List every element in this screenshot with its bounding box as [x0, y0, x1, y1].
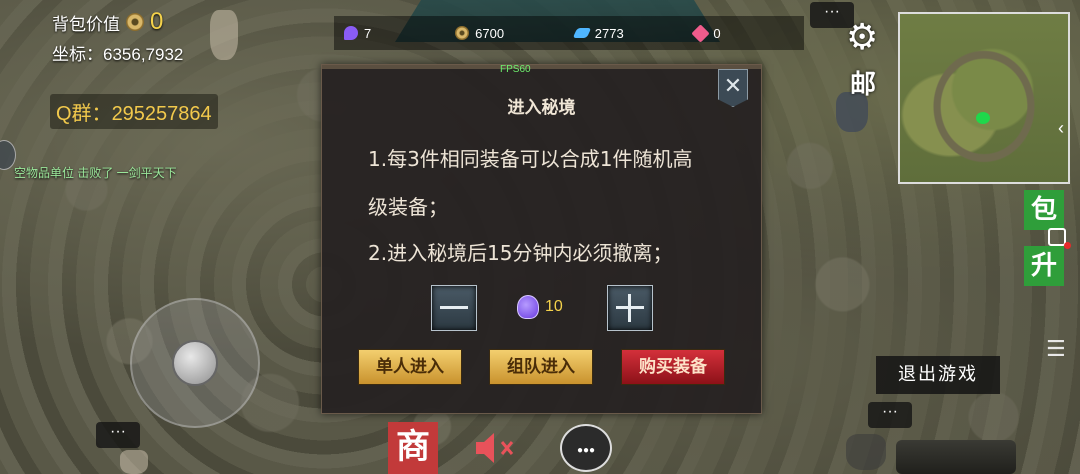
chat-bubble-icon: ●●● — [576, 445, 596, 456]
minus-icon — [440, 306, 468, 309]
solo-enter-button[interactable]: 单人进入 — [358, 349, 462, 385]
coords-label: 坐标： — [52, 45, 103, 64]
quantity-value: 10 — [545, 298, 563, 315]
currency-gems: 7 — [334, 26, 445, 41]
player-marker — [976, 112, 990, 124]
secret-realm-dialog: FPS60 ✕ 进入秘境 1.每3件相同装备可以合成1件随机高 级装备； 2.进… — [321, 64, 762, 414]
gear-icon[interactable]: ⚙ — [846, 16, 878, 58]
more-button[interactable]: ··· — [96, 422, 140, 448]
rule-line: 级装备； — [368, 195, 448, 219]
minimap[interactable]: ‹ — [898, 12, 1070, 184]
decrease-button[interactable] — [431, 285, 477, 331]
npc-character — [210, 10, 238, 60]
notification-dot — [1064, 242, 1071, 249]
currency-coins: 6700 — [445, 26, 565, 41]
blue-crystal-icon — [572, 28, 592, 38]
joystick-knob[interactable] — [172, 340, 218, 386]
bag-button[interactable]: 包 — [1024, 190, 1064, 230]
currency-bar: 7 6700 2773 0 — [334, 16, 804, 50]
plus-icon-vertical — [628, 294, 631, 322]
fps-counter: FPS60 — [500, 64, 531, 75]
purple-gem-icon — [517, 295, 539, 319]
bag-value: 背包价值 0 — [52, 8, 163, 36]
shop-button[interactable]: 商 — [388, 422, 438, 474]
kill-log: 空物品单位 击败了 一剑平天下 — [14, 166, 177, 180]
coords-value: 6356,7932 — [103, 45, 184, 64]
chat-button[interactable]: ●●● — [560, 424, 612, 472]
minimap-collapse-icon[interactable]: ‹ — [1058, 118, 1064, 139]
currency-value: 2773 — [594, 25, 624, 41]
currency-value: 6700 — [475, 25, 505, 41]
currency-crystals: 2773 — [565, 26, 685, 41]
mail-button[interactable]: 邮 — [850, 64, 876, 101]
currency-value: 7 — [364, 25, 372, 41]
speaker-muted-icon — [476, 433, 514, 463]
currency-red-gems: 0 — [684, 23, 804, 43]
joystick[interactable] — [130, 298, 260, 428]
quantity-display: 10 — [517, 295, 563, 319]
dialog-top-bar — [322, 65, 761, 69]
increase-button[interactable] — [607, 285, 653, 331]
rule-line: 2.进入秘境后15分钟内必须撤离； — [368, 241, 673, 265]
npc-character — [120, 450, 148, 474]
mute-sound-icon[interactable] — [474, 430, 520, 466]
buy-equipment-button[interactable]: 购买装备 — [621, 349, 725, 385]
purple-gem-icon — [344, 26, 358, 40]
exit-game-button[interactable]: 退出游戏 — [876, 356, 1000, 394]
bag-value-number: 0 — [150, 8, 164, 35]
upgrade-button[interactable]: 升 — [1024, 246, 1064, 286]
bag-value-label: 背包价值 — [52, 14, 120, 34]
team-enter-button[interactable]: 组队进入 — [489, 349, 593, 385]
more-button[interactable]: ··· — [868, 402, 912, 428]
dialog-title: 进入秘境 — [507, 98, 576, 118]
coin-icon — [455, 26, 470, 40]
cannon-object — [896, 440, 1016, 474]
coin-icon — [126, 13, 144, 31]
currency-value: 0 — [713, 25, 721, 41]
coordinates: 坐标：6356,7932 — [52, 40, 183, 65]
rule-line: 1.每3件相同装备可以合成1件随机高 — [368, 147, 693, 171]
npc-character — [846, 434, 886, 470]
minimap-path — [900, 14, 1068, 182]
menu-icon[interactable]: ☰ — [1046, 336, 1066, 362]
qq-group: Q群：295257864 — [50, 94, 218, 129]
red-gem-icon — [691, 23, 711, 43]
qq-label: Q群： — [56, 103, 112, 125]
qq-number: 295257864 — [111, 103, 212, 125]
